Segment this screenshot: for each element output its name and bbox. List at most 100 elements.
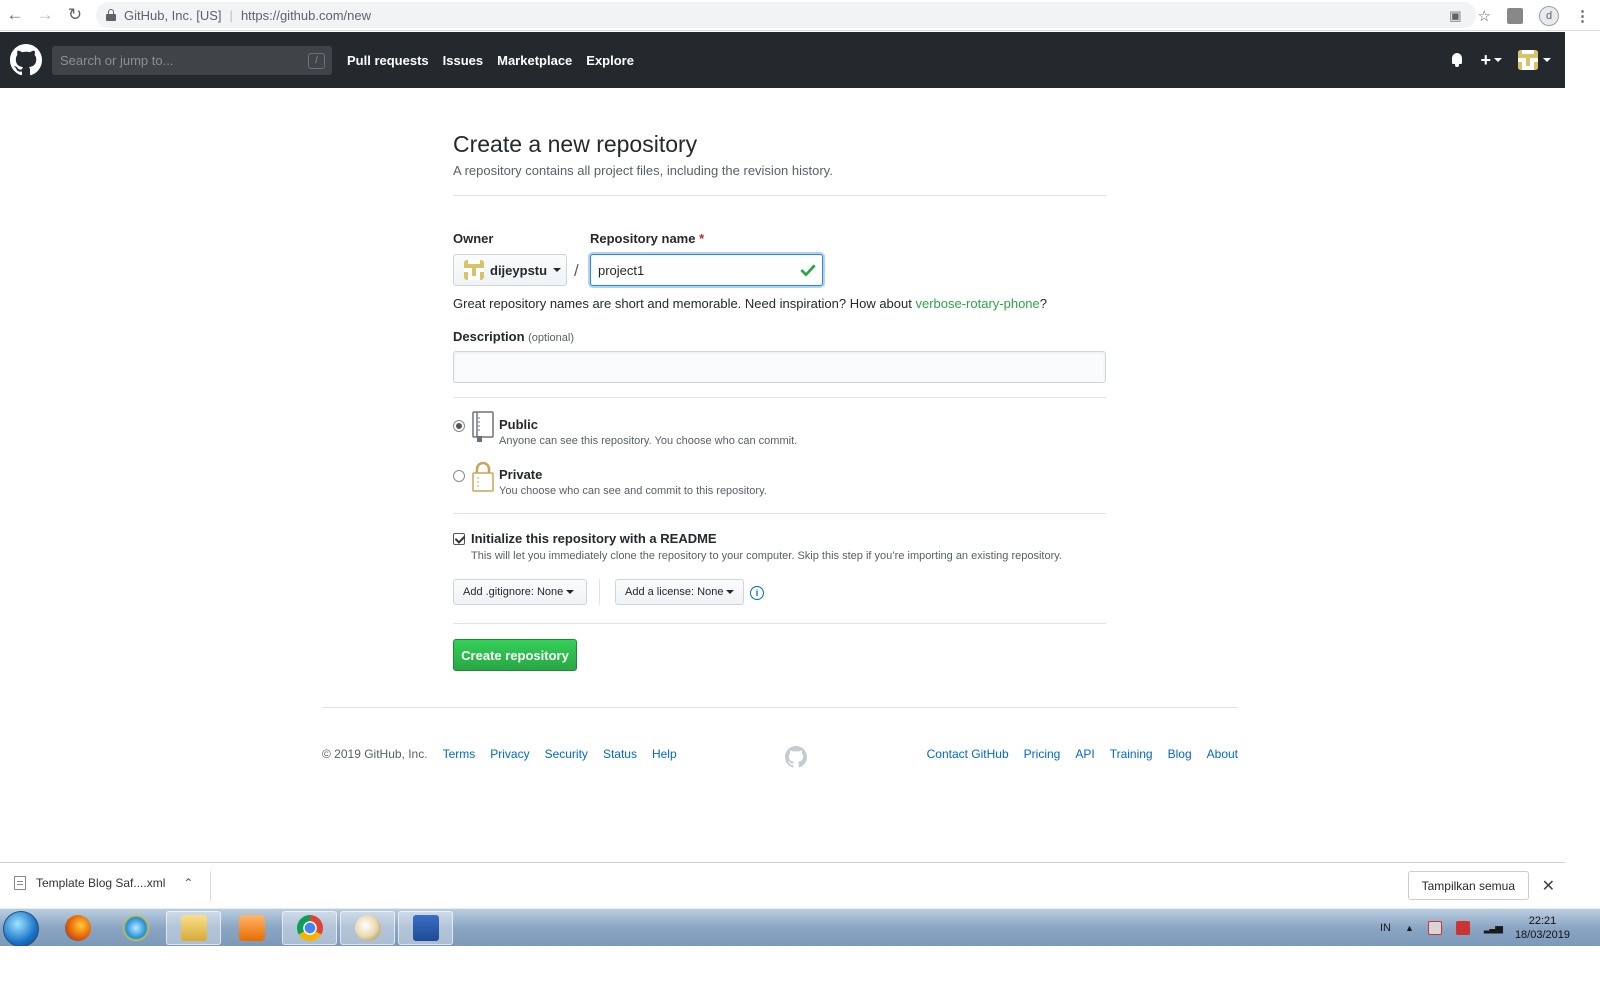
bottom-strip [0,946,1600,1000]
hint-text: Great repository names are short and mem… [453,296,916,311]
start-button-icon[interactable] [3,911,39,947]
download-item[interactable]: Template Blog Saf....xml ⌃ [14,876,193,890]
repo-book-icon [472,411,494,442]
address-bar[interactable]: GitHub, Inc. [US] | https://github.com/n… [96,2,1476,28]
footer-link-help[interactable]: Help [652,747,677,761]
back-arrow-icon[interactable]: ← [0,1,30,29]
footer-link-about[interactable]: About [1207,747,1238,761]
check-icon [800,264,816,277]
nav-issues[interactable]: Issues [443,53,483,68]
new-repo-form: Create a new repository A repository con… [453,130,1106,671]
bookmark-star-icon[interactable]: ☆ [1478,7,1491,25]
license-label: Add a license: None [625,586,724,598]
repo-name-input[interactable] [598,262,788,278]
taskbar-media[interactable] [224,911,279,945]
public-title: Public [499,417,539,432]
taskbar-firefox[interactable] [50,911,105,945]
owner-name: dijeypstu [490,262,548,278]
init-readme-description: This will let you immediately clone the … [471,550,1062,562]
repo-name-field[interactable] [590,254,823,286]
init-readme-label[interactable]: Initialize this repository with a README [471,531,717,546]
divider [453,397,1106,398]
footer-link-privacy[interactable]: Privacy [490,747,529,761]
private-radio[interactable] [453,470,465,482]
info-icon[interactable]: i [750,586,764,600]
github-mark-icon[interactable] [785,746,807,768]
repo-name-label: Repository name * [590,231,704,246]
reload-icon[interactable]: ↻ [60,1,90,29]
nav-explore[interactable]: Explore [586,53,634,68]
action-center-icon[interactable] [1427,921,1442,935]
visibility-private-option[interactable]: Private You choose who can see and commi… [453,461,1106,503]
public-radio[interactable] [453,420,465,432]
optional-tag: (optional) [528,332,574,344]
profile-avatar[interactable]: d [1539,5,1559,26]
footer-link-pricing[interactable]: Pricing [1024,747,1061,761]
user-avatar [1518,50,1538,70]
caret-down-icon [553,268,562,272]
footer-link-status[interactable]: Status [603,747,637,761]
clock-date: 18/03/2019 [1514,929,1570,941]
github-header: / Pull requests Issues Marketplace Explo… [0,32,1565,88]
search-input[interactable] [60,52,290,68]
network-signal-icon[interactable]: ▂▃▅ [1484,923,1503,934]
description-label-text: Description [453,329,525,344]
footer-divider [322,707,1238,708]
owner-select-button[interactable]: dijeypstu [453,254,567,286]
notification-bell-icon[interactable] [1450,53,1464,67]
chrome-menu-icon[interactable]: ⋮ [1575,7,1590,25]
divider [210,871,211,901]
site-identity: GitHub, Inc. [US] [124,7,222,23]
github-logo-icon[interactable] [10,44,42,76]
chrome-icon [296,915,323,941]
url-text[interactable]: https://github.com/new [241,8,371,23]
private-title: Private [499,467,543,482]
divider [599,579,600,605]
create-repository-button[interactable]: Create repository [453,639,577,671]
description-input[interactable] [453,351,1106,383]
owner-repo-separator: / [574,261,579,280]
language-indicator[interactable]: IN [1380,922,1391,934]
close-icon[interactable]: ✕ [1542,876,1555,896]
footer-link-security[interactable]: Security [545,747,588,761]
copyright: © 2019 GitHub, Inc. [322,747,428,761]
folder-icon [180,915,207,941]
taskbar-word[interactable] [398,911,453,945]
hint-suffix: ? [1039,296,1047,311]
caret-down-icon [566,590,575,594]
translate-icon[interactable]: ▣ [1449,8,1461,24]
create-new-menu[interactable]: + [1480,50,1502,71]
taskbar-ie[interactable] [108,911,163,945]
footer-link-contact[interactable]: Contact GitHub [927,747,1009,761]
visibility-public-option[interactable]: Public Anyone can see this repository. Y… [453,411,1106,453]
taskbar-chrome[interactable] [282,911,337,945]
footer-link-terms[interactable]: Terms [443,747,476,761]
firefox-icon [64,915,91,941]
show-all-button[interactable]: Tampilkan semua [1407,871,1529,900]
download-file-name: Template Blog Saf....xml [36,876,166,890]
power-icon[interactable] [1455,921,1470,935]
taskbar-explorer[interactable] [166,911,221,945]
system-clock[interactable]: 22:21 18/03/2019 [1515,914,1570,942]
extension-icon[interactable] [1507,7,1523,24]
nav-marketplace[interactable]: Marketplace [497,53,572,68]
name-suggestion-link[interactable]: verbose-rotary-phone [915,296,1039,311]
user-menu[interactable] [1518,50,1551,70]
url-separator: | [229,7,233,23]
search-box[interactable]: / [52,45,332,75]
footer-link-api[interactable]: API [1075,747,1094,761]
chevron-up-icon[interactable]: ⌃ [183,876,193,890]
license-select[interactable]: Add a license: None [615,579,744,605]
nav-pull-requests[interactable]: Pull requests [347,53,429,68]
footer-link-training[interactable]: Training [1110,747,1153,761]
init-readme-checkbox[interactable] [453,533,465,545]
footer-right: Contact GitHub Pricing API Training Blog… [927,747,1238,761]
gitignore-select[interactable]: Add .gitignore: None [453,579,587,605]
forward-arrow-icon[interactable]: → [30,1,60,29]
repo-name-label-text: Repository name [590,231,696,246]
taskbar-paint[interactable] [340,911,395,945]
footer-link-blog[interactable]: Blog [1168,747,1192,761]
internet-explorer-icon [122,915,149,941]
caret-down-icon [1494,58,1502,62]
show-hidden-icons[interactable]: ▲ [1405,923,1414,933]
